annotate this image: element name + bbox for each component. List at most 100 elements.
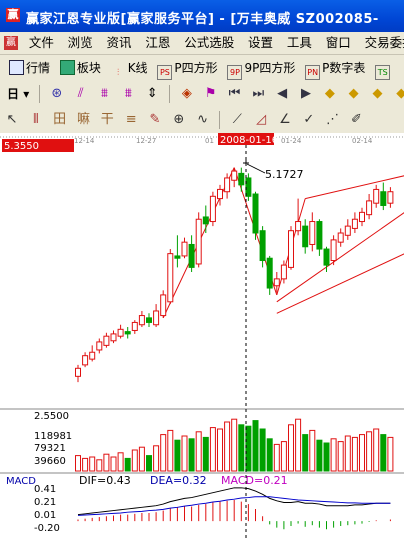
volume-bar [181, 435, 188, 472]
menu-trade[interactable]: 交易委托 [360, 32, 404, 54]
candle-body [359, 211, 365, 223]
circle-cross-icon[interactable]: ⊕ [169, 110, 189, 130]
price-label: 5.3550 [4, 141, 39, 152]
indicator-icon[interactable]: ⊛ [47, 84, 67, 104]
candle-body [82, 355, 89, 366]
gann-box-icon[interactable]: 嘛 [73, 110, 93, 130]
play-left-icon[interactable]: ◀ [272, 84, 292, 104]
period-toolbar: 日 ▾ ⊛ ⫽ ⩩ ⩩ ⇕ ◈ ⚑ ⏮ ⏭ ◀ ▶ ◆ ◆ ◆ ◆ [0, 81, 404, 108]
volume-bar [160, 434, 167, 472]
date-tick: 02-14 [352, 137, 373, 145]
volume-bar [138, 446, 145, 472]
p-square-button[interactable]: PS P四方形 [154, 57, 220, 80]
ts-button[interactable]: TS [372, 57, 395, 80]
candle-body [337, 232, 344, 243]
candle-body [380, 191, 387, 206]
macd-axis-label: -0.20 [34, 523, 60, 534]
checkmark-icon[interactable]: ✓ [299, 110, 319, 130]
prev-icon[interactable]: ⏭ [248, 84, 268, 104]
flag-icon[interactable]: ⚑ [201, 84, 221, 104]
gann-grid-icon[interactable]: 田 [50, 110, 70, 130]
volume-bar [344, 435, 351, 472]
first-icon[interactable]: ⏮ [225, 84, 245, 104]
candle-body [96, 341, 103, 351]
kline-button[interactable]: ⫶ K线 [108, 57, 151, 79]
period-select[interactable]: 日 ▾ [4, 83, 32, 105]
volume-axis-label: 118981 [34, 431, 72, 442]
menu-app-icon[interactable]: 赢 [4, 36, 18, 50]
menu-formula-select[interactable]: 公式选股 [179, 32, 239, 54]
candle-body [224, 177, 231, 193]
app-logo-icon: 赢 [6, 8, 20, 22]
p-number-table-button[interactable]: PN P数字表 [302, 57, 368, 80]
date-tick: 12-14 [74, 137, 95, 145]
separator [169, 85, 171, 103]
volume-bar [231, 418, 238, 472]
9p-square-button[interactable]: 9P 9P四方形 [224, 57, 298, 80]
candle-body [195, 218, 202, 265]
menu-browse[interactable]: 浏览 [63, 32, 98, 54]
pen-icon[interactable]: ✎ [145, 110, 165, 130]
line-chart-icon[interactable]: ⫽ [71, 84, 91, 104]
macd-axis-label: 0.01 [34, 510, 56, 521]
volume-bar [295, 418, 302, 472]
candle-body [217, 188, 223, 200]
diamond-down-icon[interactable]: ◆ [391, 84, 404, 104]
candle-body [259, 230, 266, 262]
angle-icon[interactable]: ∠ [275, 110, 295, 130]
select-icon[interactable]: ⇕ [142, 84, 162, 104]
volume-bar [302, 434, 309, 472]
volume-bar [75, 455, 81, 472]
pencil-icon[interactable]: ✐ [346, 110, 366, 130]
candle-body [351, 218, 358, 229]
candle-body [89, 351, 96, 360]
cursor-icon[interactable]: ↖ [2, 110, 22, 130]
stock-chart[interactable]: 12-14 12-27 01 01-24 02-14 2008-01-16 5.… [0, 133, 404, 541]
cursor-date-label: 2008-01-16 [220, 135, 278, 146]
diamond-left-icon[interactable]: ◆ [344, 84, 364, 104]
menu-file[interactable]: 文件 [24, 32, 59, 54]
volume-bar [195, 431, 202, 472]
candle-body [209, 195, 216, 223]
candle-body [231, 170, 238, 181]
diamond-right-icon[interactable]: ◆ [367, 84, 387, 104]
candle-small-icon[interactable]: ⩩ [118, 84, 138, 104]
blocks-button[interactable]: 板块 [57, 57, 104, 79]
menu-gann[interactable]: 江恩 [140, 32, 175, 54]
menu-window[interactable]: 窗口 [321, 32, 356, 54]
title-bar: 赢 赢家江恩专业版[赢家服务平台] - [万丰奥威 SZ002085- [0, 0, 404, 32]
fan-lines-icon[interactable]: ⟋ [227, 110, 247, 130]
ps-icon: PS [157, 65, 173, 80]
macd-axis-label: 0.41 [34, 484, 56, 495]
zoom-icon[interactable]: ◈ [177, 84, 197, 104]
volume-bar [153, 445, 160, 472]
volume-bar [259, 428, 266, 472]
9p-icon: 9P [227, 65, 243, 80]
volume-bar [245, 425, 252, 472]
menu-tools[interactable]: 工具 [282, 32, 317, 54]
menu-info[interactable]: 资讯 [102, 32, 137, 54]
candle-body [75, 367, 81, 377]
zigzag-icon[interactable]: ⋰ [323, 110, 343, 130]
candle-body [124, 331, 131, 335]
candle-body [138, 315, 145, 326]
diamond-up-icon[interactable]: ◆ [320, 84, 340, 104]
volume-bar [387, 436, 394, 472]
candle-body [309, 221, 316, 245]
candle-body [103, 335, 110, 346]
play-right-icon[interactable]: ▶ [296, 84, 316, 104]
volume-bar [280, 441, 287, 472]
triangle-icon[interactable]: ◿ [251, 110, 271, 130]
candle-body [188, 243, 195, 268]
gann-fan-icon[interactable]: 干 [97, 110, 117, 130]
candle-body [160, 294, 167, 317]
menu-settings[interactable]: 设置 [243, 32, 278, 54]
kline-icon[interactable]: ⩩ [95, 84, 115, 104]
volume-bar [351, 436, 358, 472]
vertical-lines-icon[interactable]: ⦀ [26, 110, 46, 130]
candle-body [202, 216, 209, 225]
fibonacci-icon[interactable]: ≡ [121, 110, 141, 130]
volume-bar [110, 456, 117, 472]
quotes-button[interactable]: 行情 [6, 57, 53, 79]
sine-wave-icon[interactable]: ∿ [193, 110, 213, 130]
